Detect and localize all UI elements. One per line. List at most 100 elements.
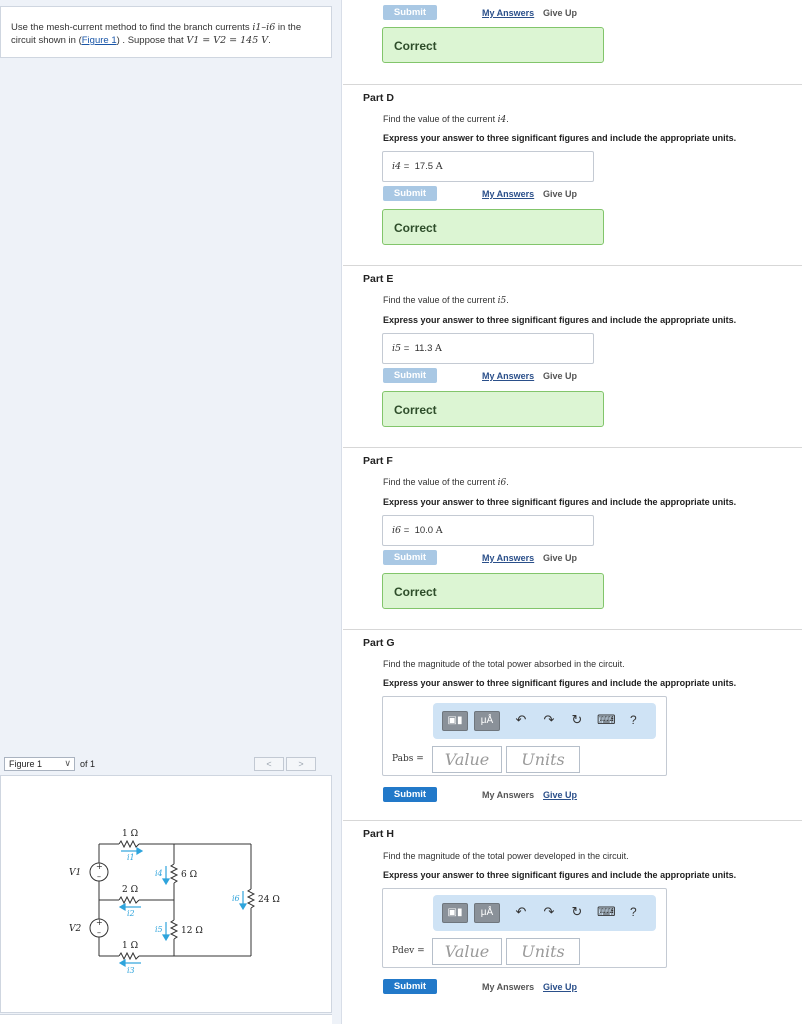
- i4-label: i4: [155, 869, 163, 878]
- part-c-give-up-link[interactable]: Give Up: [543, 8, 577, 18]
- svg-text:+: +: [96, 918, 103, 927]
- undo-icon[interactable]: ↶: [513, 712, 529, 728]
- part-e-answer: i5 = 11.3 A: [382, 333, 594, 364]
- part-f-give-up-link[interactable]: Give Up: [543, 553, 577, 563]
- help-icon[interactable]: ?: [630, 713, 637, 727]
- part-g-title: Part G: [363, 637, 395, 649]
- i3-label: i3: [127, 966, 135, 975]
- part-e-instruction: Express your answer to three significant…: [383, 315, 737, 325]
- part-h-units-input[interactable]: Units: [506, 938, 580, 965]
- part-d-submit-button[interactable]: Submit: [383, 186, 437, 201]
- undo-icon[interactable]: ↶: [513, 904, 529, 920]
- svg-text:–: –: [97, 872, 101, 881]
- part-g-answer-editor: ▣▮ μÅ ↶ ↷ ↻ ⌨ ? Pabs = Value Units: [382, 696, 667, 776]
- left-column: Use the mesh-current method to find the …: [0, 0, 342, 1024]
- problem-equation: V1 = V2 = 145 V: [186, 35, 269, 46]
- help-icon[interactable]: ?: [630, 905, 637, 919]
- part-e-my-answers-link[interactable]: My Answers: [482, 371, 534, 381]
- next-figure-button[interactable]: >: [286, 757, 316, 771]
- r-12-label: 12 Ω: [181, 926, 203, 936]
- i1-label: i1: [127, 853, 135, 862]
- part-d-question-var: i4: [497, 115, 507, 125]
- redo-icon[interactable]: ↷: [541, 712, 557, 728]
- v1-label: V1: [69, 868, 81, 878]
- i6-label: i6: [232, 894, 240, 903]
- part-h-give-up-link[interactable]: Give Up: [543, 982, 577, 992]
- part-d-title: Part D: [363, 92, 394, 104]
- part-c-correct-banner: Correct: [382, 27, 604, 63]
- part-separator: [343, 447, 802, 448]
- part-g-units-input[interactable]: Units: [506, 746, 580, 773]
- part-f-instruction: Express your answer to three significant…: [383, 497, 737, 507]
- part-e-question: Find the value of the current i5.: [383, 295, 509, 306]
- units-icon[interactable]: μÅ: [474, 903, 500, 923]
- part-g-value-input[interactable]: Value: [432, 746, 502, 773]
- part-d-answer-var: i4: [392, 161, 402, 172]
- part-h-question: Find the magnitude of the total power de…: [383, 851, 629, 861]
- svg-text:–: –: [97, 928, 101, 937]
- part-e-answer-var: i5: [392, 343, 402, 354]
- part-e-question-var: i5: [497, 296, 507, 306]
- figure-count: of 1: [80, 759, 96, 769]
- r-bot-label: 1 Ω: [122, 941, 138, 951]
- chevron-down-icon: ∨: [64, 758, 71, 768]
- r-top-label: 1 Ω: [122, 829, 138, 839]
- i2-label: i2: [127, 909, 135, 918]
- r-mid-label: 2 Ω: [122, 885, 138, 895]
- prev-figure-button[interactable]: <: [254, 757, 284, 771]
- part-d-answer-value: 17.5: [414, 161, 434, 172]
- part-e-question-text: Find the value of the current: [383, 295, 498, 305]
- reset-icon[interactable]: ↻: [569, 712, 585, 728]
- part-e-submit-button[interactable]: Submit: [383, 368, 437, 383]
- part-d-instruction: Express your answer to three significant…: [383, 133, 737, 143]
- part-g-my-answers-link[interactable]: My Answers: [482, 790, 534, 800]
- part-h-title: Part H: [363, 828, 394, 840]
- templates-icon[interactable]: ▣▮: [442, 711, 468, 731]
- part-f-correct-banner: Correct: [382, 573, 604, 609]
- circuit-diagram: + – + – V1 V2 1 Ω 2 Ω 1 Ω 6 Ω 12 Ω 24 Ω: [69, 829, 280, 975]
- v2-label: V2: [69, 924, 81, 934]
- part-e-give-up-link[interactable]: Give Up: [543, 371, 577, 381]
- part-h-my-answers-link[interactable]: My Answers: [482, 982, 534, 992]
- problem-currents: i1–i6: [252, 22, 276, 33]
- part-c-my-answers-link[interactable]: My Answers: [482, 8, 534, 18]
- keyboard-icon[interactable]: ⌨: [597, 712, 616, 728]
- reset-icon[interactable]: ↻: [569, 904, 585, 920]
- figure-link[interactable]: Figure 1: [82, 35, 117, 46]
- part-d-give-up-link[interactable]: Give Up: [543, 189, 577, 199]
- part-separator: [343, 84, 802, 85]
- figure-select[interactable]: Figure 1 ∨: [4, 757, 75, 771]
- part-e-answer-unit: A: [435, 343, 442, 354]
- redo-icon[interactable]: ↷: [541, 904, 557, 920]
- part-h-label: Pdev =: [392, 946, 425, 956]
- part-e-title: Part E: [363, 273, 394, 285]
- problem-text-before: Use the mesh-current method to find the …: [11, 22, 253, 33]
- part-d-my-answers-link[interactable]: My Answers: [482, 189, 534, 199]
- figure-navigation: Figure 1 ∨ of 1 < >: [4, 757, 332, 773]
- templates-icon[interactable]: ▣▮: [442, 903, 468, 923]
- problem-text-after: ) . Suppose that: [116, 35, 187, 46]
- part-g-submit-button[interactable]: Submit: [383, 787, 437, 802]
- part-d-answer-unit: A: [435, 161, 443, 172]
- part-f-my-answers-link[interactable]: My Answers: [482, 553, 534, 563]
- part-f-submit-button[interactable]: Submit: [383, 550, 437, 565]
- figure-select-value: Figure 1: [9, 759, 43, 769]
- part-separator: [343, 820, 802, 821]
- part-f-answer-var: i6: [392, 525, 402, 536]
- part-g-toolbar: ▣▮ μÅ ↶ ↷ ↻ ⌨ ?: [433, 703, 656, 739]
- part-g-question: Find the magnitude of the total power ab…: [383, 659, 625, 669]
- svg-text:+: +: [96, 862, 103, 871]
- units-icon[interactable]: μÅ: [474, 711, 500, 731]
- part-c-submit-button[interactable]: Submit: [383, 5, 437, 20]
- part-f-question-var: i6: [497, 478, 507, 488]
- part-h-value-input[interactable]: Value: [432, 938, 502, 965]
- figure-panel: + – + – V1 V2 1 Ω 2 Ω 1 Ω 6 Ω 12 Ω 24 Ω: [0, 775, 332, 1013]
- part-separator: [343, 265, 802, 266]
- part-h-submit-button[interactable]: Submit: [383, 979, 437, 994]
- problem-end: .: [268, 35, 271, 46]
- part-f-title: Part F: [363, 455, 393, 467]
- part-g-give-up-link[interactable]: Give Up: [543, 790, 577, 800]
- part-e-answer-value: 11.3: [414, 343, 433, 354]
- keyboard-icon[interactable]: ⌨: [597, 904, 616, 920]
- part-f-answer: i6 = 10.0 A: [382, 515, 594, 546]
